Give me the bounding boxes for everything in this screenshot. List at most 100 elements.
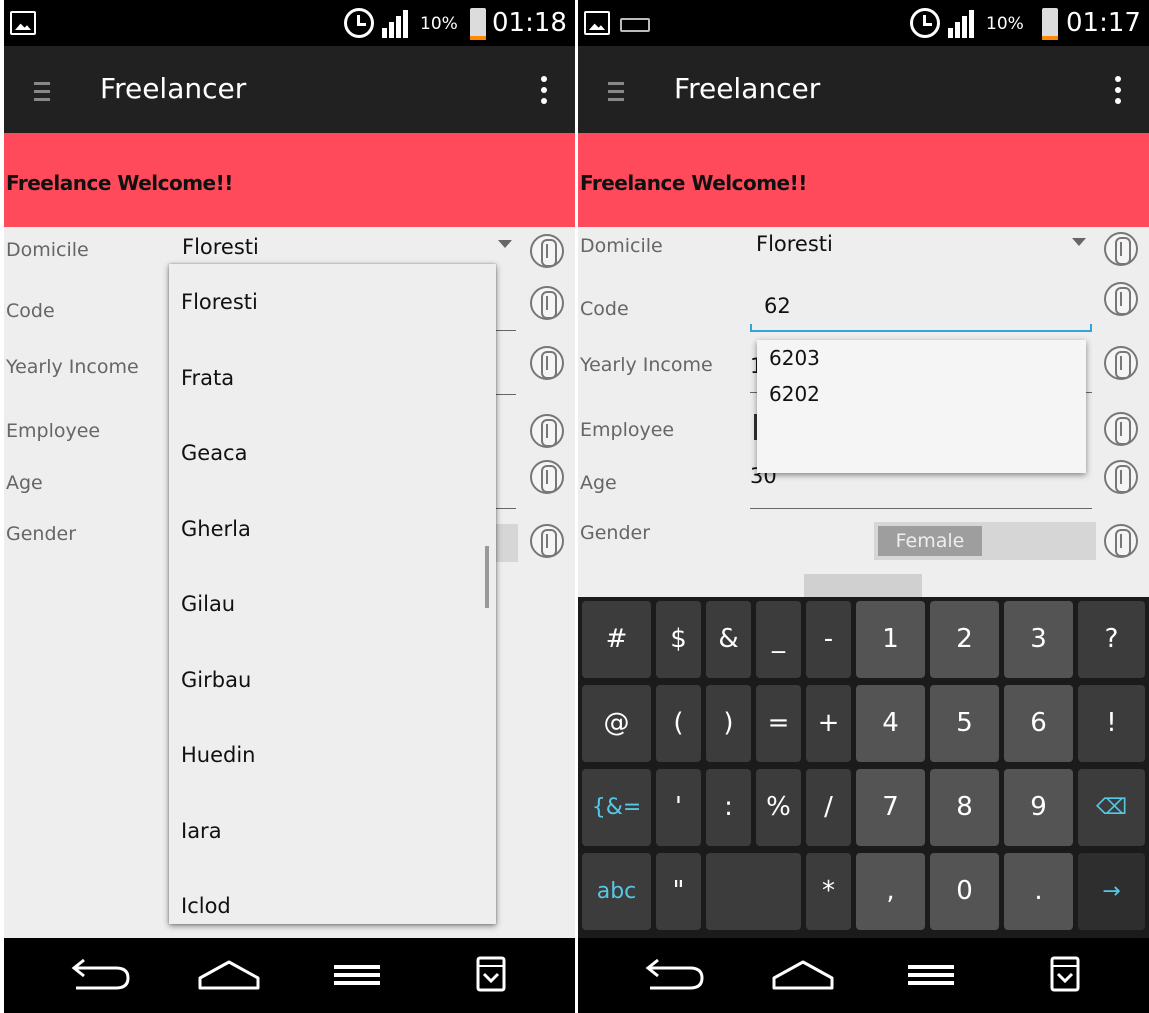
dropdown-option[interactable]: Gilau	[181, 592, 235, 616]
key[interactable]: 3	[1004, 601, 1073, 678]
recents-icon[interactable]	[886, 938, 976, 1013]
info-icon[interactable]	[1104, 232, 1138, 266]
domicile-select[interactable]: Floresti	[182, 235, 259, 259]
gender-label: Gender	[580, 522, 651, 544]
key[interactable]: 1	[856, 601, 925, 678]
key[interactable]: &	[706, 601, 751, 678]
dropdown-option[interactable]: Huedin	[181, 743, 256, 767]
key[interactable]: 9	[1004, 769, 1073, 846]
key[interactable]: .	[1004, 853, 1073, 930]
info-icon[interactable]	[530, 414, 564, 448]
key[interactable]: )	[706, 685, 751, 762]
chevron-down-icon[interactable]	[498, 240, 512, 248]
nav-bar	[4, 938, 575, 1013]
key-abc[interactable]: abc	[582, 853, 651, 930]
key[interactable]: =	[756, 685, 801, 762]
key[interactable]: /	[806, 769, 851, 846]
home-icon[interactable]	[758, 938, 848, 1013]
key[interactable]: 8	[930, 769, 999, 846]
key[interactable]: _	[756, 601, 801, 678]
menu-icon[interactable]	[608, 82, 624, 102]
recents-icon[interactable]	[312, 938, 402, 1013]
dropdown-option[interactable]: Floresti	[181, 290, 258, 314]
key[interactable]: "	[656, 853, 701, 930]
key[interactable]: -	[806, 601, 851, 678]
code-input[interactable]: 62	[764, 294, 791, 318]
dropdown-scrollbar[interactable]	[485, 546, 489, 608]
key[interactable]: 5	[930, 685, 999, 762]
enter-key[interactable]: →	[1078, 853, 1145, 930]
dropdown-option[interactable]: Frata	[181, 366, 234, 390]
welcome-banner: Freelance Welcome!!	[4, 133, 575, 227]
gender-toggle[interactable]	[494, 524, 518, 562]
key[interactable]: ?	[1078, 601, 1145, 678]
info-icon[interactable]	[530, 286, 564, 320]
keyboard-icon	[620, 18, 650, 32]
domicile-label: Domicile	[6, 239, 89, 261]
download-icon[interactable]	[1024, 938, 1114, 1013]
info-icon[interactable]	[1104, 282, 1138, 316]
submit-button[interactable]	[804, 574, 922, 597]
clock: 01:18	[492, 8, 567, 38]
key[interactable]: $	[656, 601, 701, 678]
key[interactable]: 6	[1004, 685, 1073, 762]
key[interactable]: (	[656, 685, 701, 762]
home-icon[interactable]	[184, 938, 274, 1013]
suggestion-item[interactable]: 6203	[769, 346, 820, 370]
key[interactable]: 7	[856, 769, 925, 846]
dropdown-option[interactable]: Iclod	[181, 894, 231, 918]
menu-icon[interactable]	[34, 82, 50, 102]
suggestion-item[interactable]: 6202	[769, 382, 820, 406]
info-icon[interactable]	[1104, 524, 1138, 558]
key[interactable]: 4	[856, 685, 925, 762]
info-icon[interactable]	[1104, 460, 1138, 494]
key[interactable]: :	[706, 769, 751, 846]
key[interactable]: *	[806, 853, 851, 930]
info-icon[interactable]	[530, 460, 564, 494]
key-symbols-more[interactable]: {&=	[582, 769, 651, 846]
key[interactable]: +	[806, 685, 851, 762]
overflow-icon[interactable]	[1115, 76, 1121, 104]
code-focus-tick-left	[750, 324, 752, 332]
key[interactable]: '	[656, 769, 701, 846]
back-icon[interactable]	[628, 938, 718, 1013]
welcome-banner: Freelance Welcome!!	[578, 133, 1149, 227]
info-icon[interactable]	[530, 346, 564, 380]
alarm-icon	[910, 8, 940, 38]
dropdown-option[interactable]: Gherla	[181, 517, 251, 541]
banner-text: Freelance Welcome!!	[6, 171, 233, 195]
key[interactable]: 0	[930, 853, 999, 930]
age-label: Age	[6, 472, 43, 494]
space-key[interactable]	[706, 853, 801, 930]
info-icon[interactable]	[530, 234, 564, 268]
domicile-select[interactable]: Floresti	[756, 232, 833, 256]
app-bar: Freelancer	[4, 46, 575, 133]
battery-icon	[1042, 8, 1058, 40]
key[interactable]: #	[582, 601, 651, 678]
code-label: Code	[580, 298, 629, 320]
dropdown-option[interactable]: Girbau	[181, 668, 251, 692]
key[interactable]: @	[582, 685, 651, 762]
download-icon[interactable]	[450, 938, 540, 1013]
chevron-down-icon[interactable]	[1072, 238, 1086, 246]
domicile-dropdown[interactable]: Floresti Frata Geaca Gherla Gilau Girbau…	[169, 264, 496, 924]
code-suggestions[interactable]: 6203 6202	[757, 340, 1086, 473]
key[interactable]: 2	[930, 601, 999, 678]
dropdown-option[interactable]: Iara	[181, 819, 222, 843]
overflow-icon[interactable]	[541, 76, 547, 104]
app-title: Freelancer	[100, 72, 247, 105]
gender-option-female[interactable]: Female	[878, 526, 982, 556]
info-icon[interactable]	[1104, 346, 1138, 380]
soft-keyboard: # $ & _ - 1 2 3 ? @ ( ) = + 4 5 6 ! {&= …	[578, 597, 1149, 938]
key[interactable]: !	[1078, 685, 1145, 762]
info-icon[interactable]	[1104, 412, 1138, 446]
backspace-key[interactable]: ⌫	[1078, 769, 1145, 846]
key[interactable]: %	[756, 769, 801, 846]
back-icon[interactable]	[54, 938, 144, 1013]
key[interactable]: ,	[856, 853, 925, 930]
status-bar: 10% 01:18	[4, 0, 575, 46]
gender-toggle[interactable]: Female	[874, 522, 1096, 560]
info-icon[interactable]	[530, 524, 564, 558]
status-bar: 10% 01:17	[578, 0, 1149, 46]
dropdown-option[interactable]: Geaca	[181, 441, 247, 465]
